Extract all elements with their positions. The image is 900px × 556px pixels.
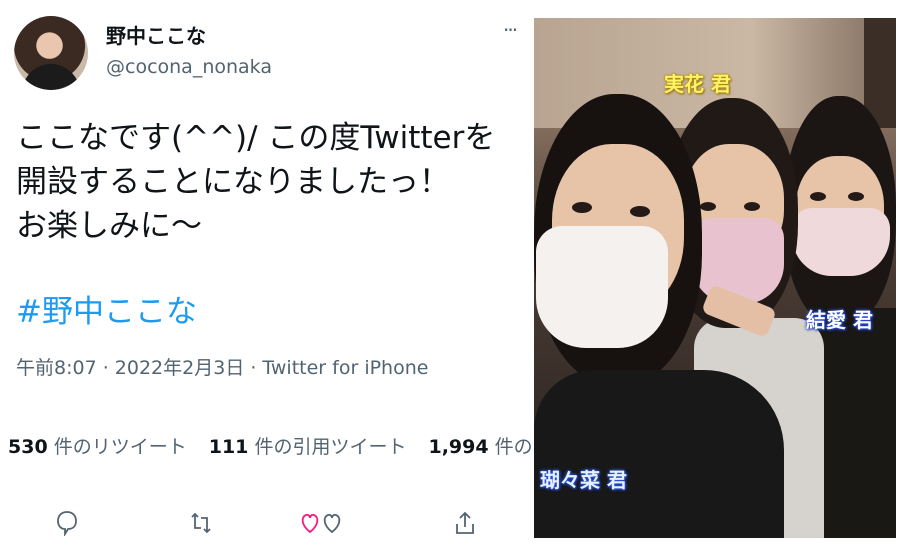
reply-icon[interactable] — [52, 506, 82, 540]
person-right-eye — [848, 192, 864, 201]
user-handle[interactable]: @cocona_nonaka — [106, 56, 272, 78]
tweet-text-line: お楽しみに〜 — [16, 208, 202, 244]
photo-label-right: 結愛 君 — [806, 308, 873, 332]
more-options-icon[interactable]: ··· — [503, 18, 518, 42]
like-count[interactable]: 1,994 件のいいね — [428, 436, 534, 458]
retweet-icon[interactable] — [186, 506, 216, 540]
person-left-body — [534, 370, 784, 538]
tweet-text-line: 開設することになりましたっ！ — [16, 164, 450, 200]
quote-count[interactable]: 111 件の引用ツイート — [209, 436, 407, 458]
hashtag-link[interactable]: #野中ここな — [16, 286, 197, 331]
engagement-stats: 530 件のリツイート 111 件の引用ツイート 1,994 件のいいね — [8, 432, 534, 459]
tweet-text-line: ここなです(^^)/ この度Twitterを — [16, 120, 496, 156]
person-left-mask — [536, 226, 668, 348]
avatar-shirt — [22, 64, 80, 90]
person-middle-eye — [700, 202, 716, 211]
person-middle-mask — [692, 218, 784, 304]
photo-label-top: 実花 君 — [664, 72, 731, 96]
avatar[interactable] — [14, 16, 88, 90]
share-icon[interactable] — [450, 506, 480, 540]
person-left-eye — [572, 202, 592, 213]
person-left-eye — [630, 206, 650, 217]
like-icon[interactable] — [298, 506, 344, 540]
tweet-card: 野中ここな @cocona_nonaka ··· ここなです(^^)/ この度T… — [0, 0, 534, 556]
person-right-eye — [810, 192, 826, 201]
tweet-timestamp[interactable]: 午前8:07 · 2022年2月3日 · Twitter for iPhone — [16, 353, 428, 380]
display-name[interactable]: 野中ここな — [106, 20, 206, 49]
tweet-text: ここなです(^^)/ この度Twitterを 開設することになりましたっ！ お楽… — [16, 116, 495, 248]
person-right-mask — [792, 208, 890, 276]
action-bar — [0, 500, 534, 546]
attached-photo[interactable]: 実花 君 結愛 君 瑚々菜 君 — [534, 18, 896, 538]
person-middle-eye — [744, 202, 760, 211]
photo-label-bottom-left: 瑚々菜 君 — [540, 468, 627, 492]
retweet-count[interactable]: 530 件のリツイート — [8, 436, 187, 458]
